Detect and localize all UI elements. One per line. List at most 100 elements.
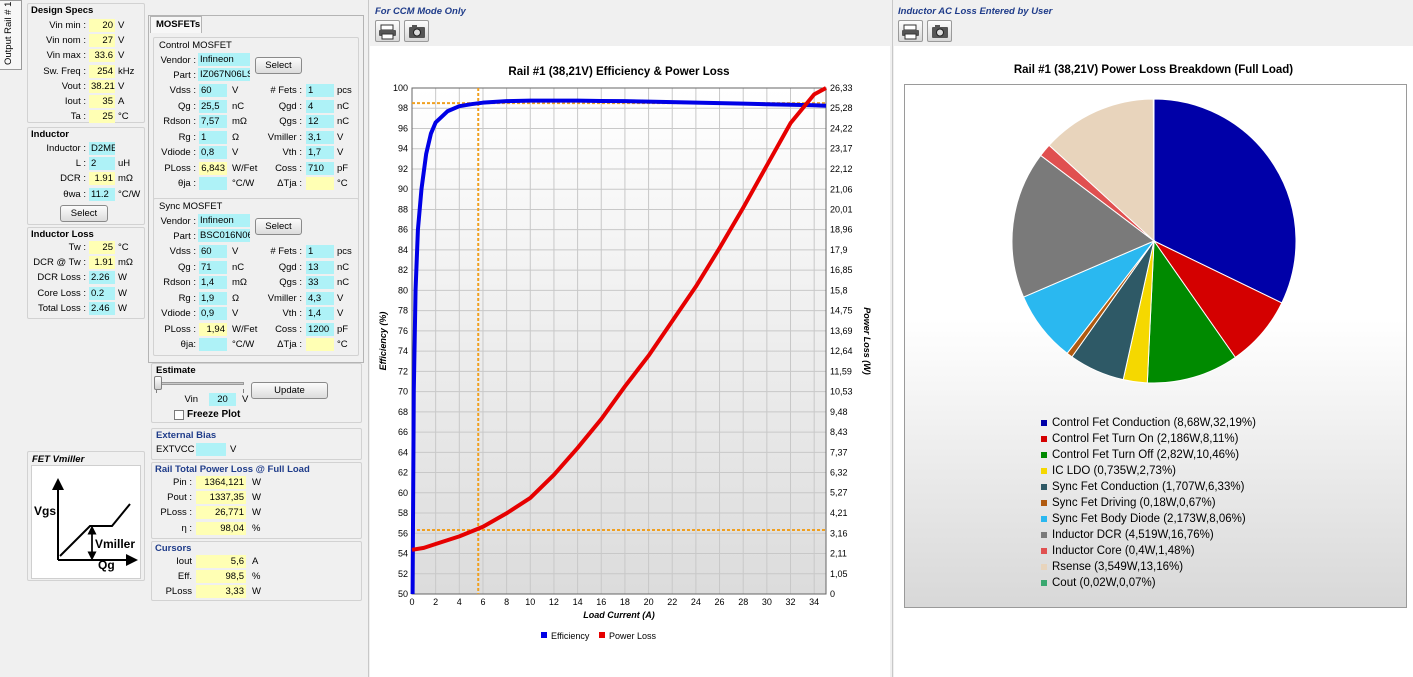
field-value[interactable]: 0,8 <box>199 146 227 159</box>
print-icon[interactable] <box>375 20 400 42</box>
field-value[interactable]: 4 <box>306 99 334 113</box>
ctl-title: Control MOSFET <box>159 40 232 51</box>
print-icon[interactable] <box>898 20 923 42</box>
field-value[interactable]: 1.91 <box>89 172 115 186</box>
ctl-part[interactable]: IZ067N06LS <box>198 68 250 81</box>
syn-select-button[interactable]: Select <box>255 218 302 235</box>
camera-icon[interactable] <box>927 20 952 42</box>
vin-slider-track[interactable] <box>156 382 244 385</box>
field-value[interactable]: D2ME <box>89 142 115 155</box>
y-tick-label: 86 <box>398 225 408 235</box>
freeze-plot-label: Freeze Plot <box>187 409 241 420</box>
ctl-vendor[interactable]: Infineon <box>198 53 250 66</box>
field-value[interactable]: 6,843 <box>199 161 227 175</box>
y-tick-label: 90 <box>398 184 408 194</box>
field-value[interactable]: 98,5 <box>196 570 246 584</box>
field-label: Iout <box>176 556 192 567</box>
inductor-panel: Inductor Inductor : D2ME L :2 uH DCR :1.91 mΩ θ… <box>27 127 145 225</box>
field-value[interactable]: 60 <box>199 245 227 258</box>
field-value[interactable]: 20 <box>89 19 115 32</box>
field-value[interactable]: 98,04 <box>196 521 246 535</box>
camera-icon[interactable] <box>404 20 429 42</box>
field-value[interactable]: 1 <box>306 245 334 258</box>
field-label: θja: <box>180 339 196 350</box>
field-value[interactable]: 4,3 <box>306 291 334 305</box>
update-button[interactable]: Update <box>251 382 328 399</box>
field-value[interactable]: 2.26 <box>89 271 115 285</box>
vin-value[interactable]: 20 <box>209 393 236 406</box>
fet-vmiller-panel: FET Vmiller Vgs Vmiller Qg <box>27 451 145 581</box>
field-value[interactable]: 25 <box>89 110 115 124</box>
inductor-select-button[interactable]: Select <box>60 205 108 222</box>
y-tick-label: 76 <box>398 326 408 336</box>
tab-output-rail-1[interactable]: Output Rail # 1 <box>0 0 22 70</box>
field-value[interactable]: 1,7 <box>306 146 334 159</box>
ctl-select-button[interactable]: Select <box>255 57 302 74</box>
fet-vmiller-diagram: Vgs Vmiller Qg <box>31 465 141 579</box>
field-value[interactable]: 1 <box>306 84 334 97</box>
field-unit: V <box>118 80 125 92</box>
field-value[interactable]: 71 <box>199 260 227 274</box>
y-tick-label: 68 <box>398 407 408 417</box>
field-value[interactable]: 27 <box>89 34 115 48</box>
field-value[interactable]: 1,4 <box>306 307 334 320</box>
field-value[interactable]: 0.2 <box>89 286 115 300</box>
field-value[interactable]: 1200 <box>306 322 334 336</box>
field-value[interactable] <box>199 338 227 351</box>
field-value[interactable]: 25 <box>89 241 115 254</box>
y2-tick-label: 26,33 <box>830 83 853 93</box>
field-value[interactable] <box>199 177 227 190</box>
field-value[interactable]: 12 <box>306 115 334 128</box>
field-value[interactable] <box>306 338 334 351</box>
field-value[interactable]: 1,9 <box>199 291 227 305</box>
field-unit: mΩ <box>232 116 248 127</box>
field-value[interactable]: 7,57 <box>199 115 227 128</box>
y-tick-label: 78 <box>398 306 408 316</box>
field-label: η : <box>181 522 192 534</box>
field-value[interactable]: 35 <box>89 95 115 108</box>
y2-tick-label: 7,37 <box>830 447 848 457</box>
field-value[interactable]: 33.6 <box>89 49 115 63</box>
field-value[interactable]: 11.2 <box>89 187 115 201</box>
field-value[interactable]: 1364,121 <box>196 476 246 489</box>
field-label: Qgs : <box>279 277 302 288</box>
field-value[interactable]: 1,94 <box>199 322 227 336</box>
syn-vendor[interactable]: Infineon <box>198 214 250 227</box>
field-value[interactable]: 3,33 <box>196 585 246 599</box>
field-value[interactable]: 254 <box>89 64 115 78</box>
field-value[interactable]: 5,6 <box>196 555 246 568</box>
field-value[interactable]: 26,771 <box>196 506 246 520</box>
legend-label: IC LDO (0,735W,2,73%) <box>1052 465 1176 477</box>
field-value[interactable]: 0,9 <box>199 307 227 320</box>
field-value[interactable]: 1 <box>199 130 227 144</box>
field-value[interactable]: 13 <box>306 260 334 274</box>
syn-part-label: Part : <box>173 231 196 242</box>
field-value[interactable]: 3,1 <box>306 130 334 144</box>
field-unit: nC <box>337 116 350 127</box>
field-value[interactable]: 710 <box>306 161 334 175</box>
field-value[interactable]: 2.46 <box>89 301 115 315</box>
field-value[interactable] <box>306 177 334 190</box>
field-value[interactable]: 33 <box>306 276 334 289</box>
extvcc-value[interactable] <box>196 443 226 456</box>
field-label: Eff. <box>177 571 192 583</box>
y-tick-label: 92 <box>398 164 408 174</box>
field-value[interactable]: 60 <box>199 84 227 97</box>
field-value[interactable]: 1337,35 <box>196 491 246 505</box>
ccm-note: For CCM Mode Only <box>375 6 466 17</box>
y2-tick-label: 11,59 <box>830 366 852 376</box>
field-label: Qgd : <box>278 261 302 273</box>
field-value[interactable]: 38.21 <box>89 79 115 93</box>
syn-part[interactable]: BSC016N06 <box>198 229 250 242</box>
field-value[interactable]: 25,5 <box>199 99 227 113</box>
mosfets-tab[interactable]: MOSFETs <box>150 16 202 33</box>
x-tick-label: 26 <box>715 597 725 607</box>
vin-slider-thumb[interactable] <box>154 376 162 390</box>
field-value[interactable]: 2 <box>89 157 115 171</box>
freeze-plot-checkbox[interactable] <box>174 410 184 420</box>
design-specs-panel: Design Specs Vin min :20 V Vin nom :27 V Vin … <box>27 3 145 124</box>
field-value[interactable]: 1.91 <box>89 256 115 270</box>
rt-title: Rail Total Power Loss @ Full Load <box>155 464 310 475</box>
field-value[interactable]: 1,4 <box>199 276 227 289</box>
field-unit: W <box>252 477 261 488</box>
